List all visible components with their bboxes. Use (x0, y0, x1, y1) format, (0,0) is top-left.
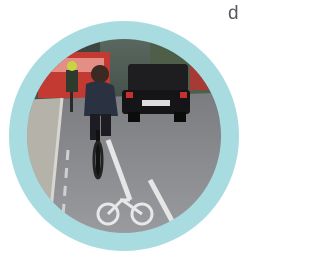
pickup-truck (122, 64, 190, 122)
page: d (0, 0, 241, 260)
circular-photo-badge (9, 21, 239, 251)
